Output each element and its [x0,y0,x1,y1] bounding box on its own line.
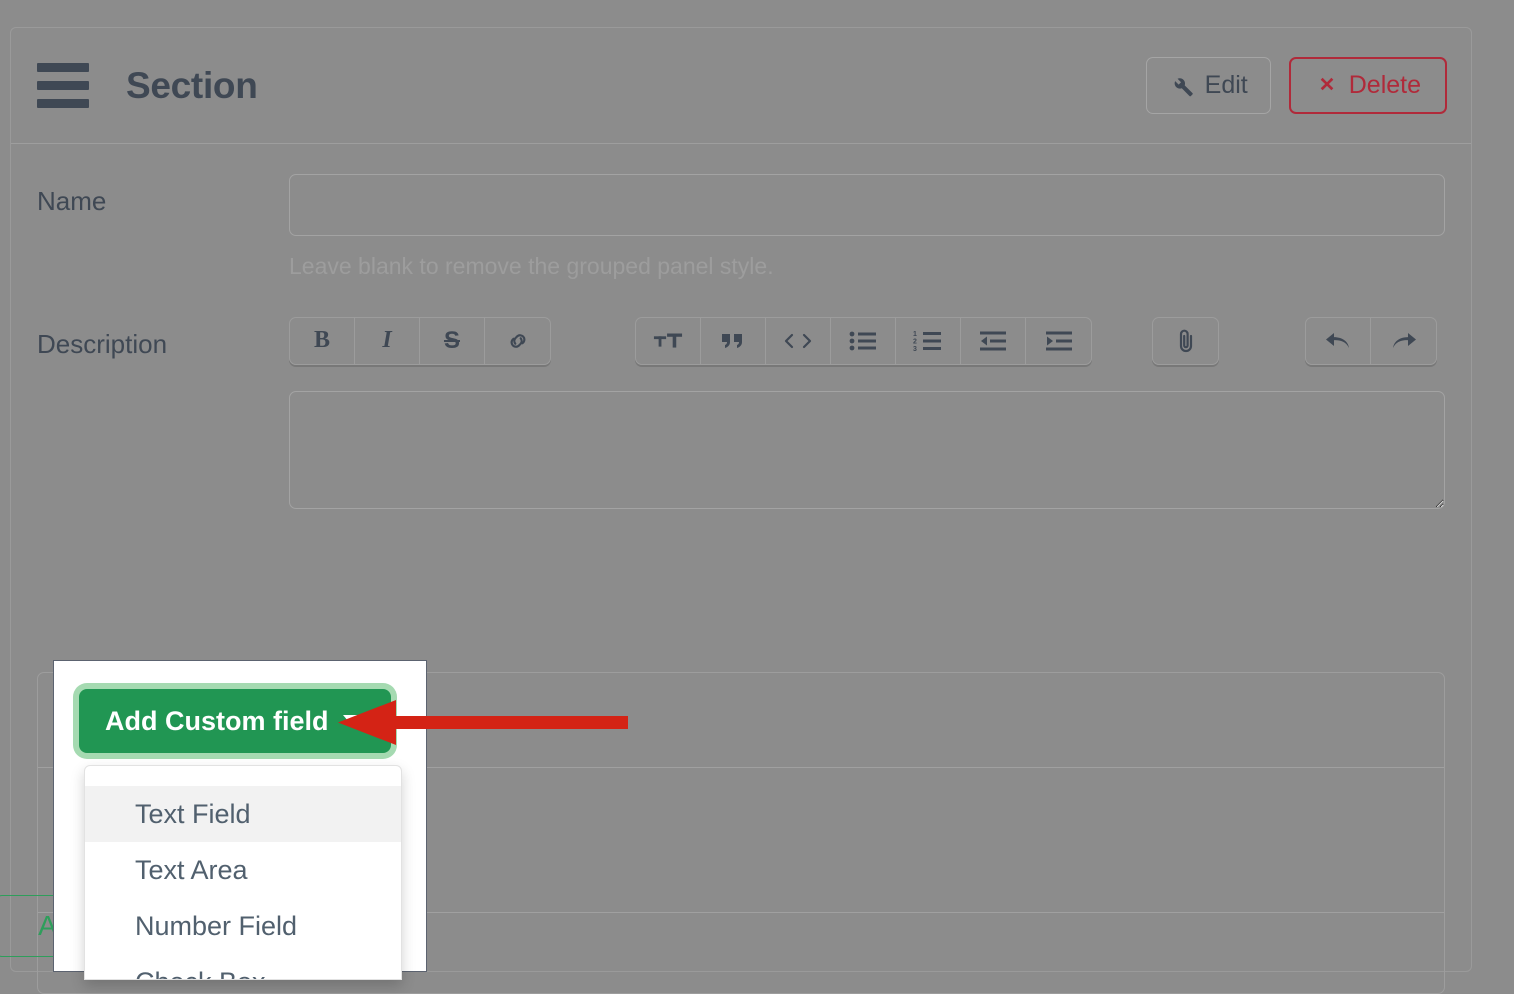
name-help-text: Leave blank to remove the grouped panel … [289,253,1445,281]
attachment-icon[interactable] [1153,318,1218,364]
outdent-icon[interactable] [961,318,1026,364]
card-header: Section Edit Delet [11,28,1471,144]
rich-text-toolbar: B I S [289,317,1445,365]
undo-icon[interactable] [1306,318,1371,364]
hamburger-menu-icon[interactable] [37,63,89,108]
header-actions: Edit Delete [1146,57,1447,114]
blockquote-icon[interactable] [701,318,766,364]
name-form-row: Name Leave blank to remove the grouped p… [37,174,1445,281]
link-icon[interactable] [485,318,550,364]
strikethrough-icon[interactable]: S [420,318,485,364]
menu-item-text-field[interactable]: Text Field [85,786,401,842]
name-control: Leave blank to remove the grouped panel … [289,174,1445,281]
italic-icon[interactable]: I [355,318,420,364]
description-label: Description [37,317,289,360]
delete-button[interactable]: Delete [1289,57,1447,114]
indent-icon[interactable] [1026,318,1091,364]
chevron-down-icon [343,715,365,728]
svg-text:2: 2 [913,338,917,345]
code-icon[interactable] [766,318,831,364]
toolbar-group-text-style: B I S [289,317,551,365]
menu-item-number-field[interactable]: Number Field [85,898,401,954]
toolbar-group-history [1305,317,1437,365]
wrench-icon [1169,73,1195,99]
page-title: Section [126,65,258,107]
add-custom-field-label: Add Custom field [105,706,329,737]
toolbar-group-attach [1152,317,1219,365]
menu-item-check-box[interactable]: Check Box [85,954,401,980]
toolbar-group-block: 1 2 3 [635,317,1092,365]
description-control: B I S [289,317,1445,514]
svg-text:1: 1 [913,331,917,338]
description-editor[interactable] [289,391,1445,509]
add-custom-field-button[interactable]: Add Custom field [79,689,391,753]
edit-button-label: Edit [1205,71,1248,100]
bold-icon[interactable]: B [290,318,355,364]
edit-button[interactable]: Edit [1146,57,1271,114]
close-x-icon [1315,74,1339,98]
description-form-row: Description B I S [37,317,1445,514]
menu-item-text-area[interactable]: Text Area [85,842,401,898]
bullet-list-icon[interactable] [831,318,896,364]
name-input[interactable] [289,174,1445,236]
heading-size-icon[interactable] [636,318,701,364]
delete-button-label: Delete [1349,71,1421,100]
name-label: Name [37,174,289,217]
svg-text:3: 3 [913,346,917,352]
numbered-list-icon[interactable]: 1 2 3 [896,318,961,364]
redo-icon[interactable] [1371,318,1436,364]
custom-field-type-menu[interactable]: Text Field Text Area Number Field Check … [84,765,402,980]
